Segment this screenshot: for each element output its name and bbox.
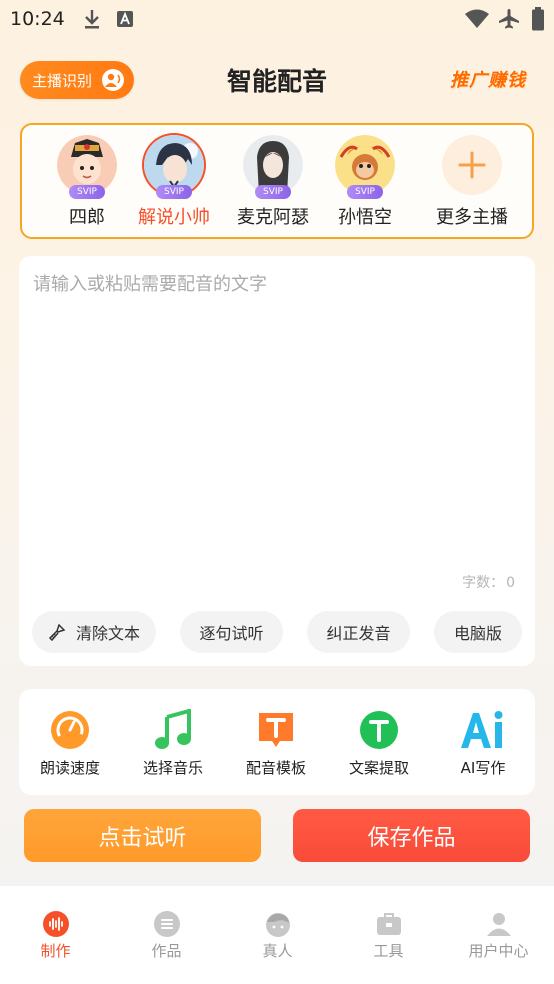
user-icon: [443, 910, 554, 938]
person-face-icon: [222, 910, 333, 938]
font-notification-icon: [116, 10, 134, 32]
bottom-tab-bar: 制作 作品 真人 工具 用户中心: [0, 886, 554, 984]
header: 主播识别 智能配音 推广赚钱: [0, 54, 554, 108]
tab-works[interactable]: 作品: [111, 910, 222, 961]
tab-real-person-label: 真人: [262, 942, 293, 960]
svip-badge: SVIP: [255, 185, 291, 199]
avatar: SVIP: [57, 135, 117, 199]
text-extract-tool[interactable]: 文案提取: [334, 709, 424, 778]
voice-name: 四郎: [69, 207, 105, 228]
svip-badge: SVIP: [156, 185, 192, 199]
svip-badge: SVIP: [69, 185, 105, 199]
broom-icon: [48, 623, 66, 641]
voice-item-silang[interactable]: SVIP 四郎: [47, 135, 127, 229]
tab-make[interactable]: 制作: [0, 910, 111, 961]
correct-pronunciation-label: 纠正发音: [326, 624, 391, 643]
char-count-label: 字数：: [462, 575, 505, 591]
sentence-preview-label: 逐句试听: [199, 624, 264, 643]
ai-writing-label: AI写作: [460, 759, 506, 777]
select-music-tool[interactable]: 选择音乐: [128, 709, 218, 778]
dubbing-text-input[interactable]: [33, 270, 521, 560]
avatar: [442, 135, 502, 195]
speedometer-icon: [25, 709, 115, 751]
voice-item-sun-wukong[interactable]: SVIP 孙悟空: [325, 135, 405, 229]
char-count: 字数： 0: [460, 572, 515, 592]
tab-real-person[interactable]: 真人: [222, 910, 333, 961]
voice-item-jieshuo-xiaoshuai[interactable]: SVIP 解说小帅: [134, 135, 214, 229]
tab-tools[interactable]: 工具: [333, 910, 444, 961]
wifi-icon: [464, 9, 490, 33]
tab-make-label: 制作: [40, 942, 71, 960]
avatar: SVIP: [243, 135, 303, 199]
avatar: SVIP: [335, 135, 395, 199]
ai-icon: [438, 709, 528, 751]
desktop-version-button[interactable]: 电脑版: [434, 611, 522, 653]
promo-earn-money-link[interactable]: 推广赚钱: [450, 66, 526, 92]
correct-pronunciation-button[interactable]: 纠正发音: [307, 611, 410, 653]
text-editor-card: 字数：0 清除文本 逐句试听 纠正发音 电脑版: [19, 256, 535, 666]
svip-badge: SVIP: [347, 185, 383, 199]
clear-text-button[interactable]: 清除文本: [32, 611, 156, 653]
waveform-icon: [0, 910, 111, 938]
listen-preview-button[interactable]: 点击试听: [24, 809, 261, 862]
clear-text-label: 清除文本: [75, 624, 140, 643]
reading-speed-label: 朗读速度: [39, 759, 100, 777]
voice-name: 解说小帅: [138, 207, 210, 228]
tab-user-center[interactable]: 用户中心: [443, 910, 554, 961]
dubbing-template-tool[interactable]: 配音模板: [231, 709, 321, 778]
dubbing-template-label: 配音模板: [245, 759, 306, 777]
more-voices-button[interactable]: 更多主播: [432, 135, 512, 229]
download-icon: [82, 8, 102, 34]
status-time: 10:24: [10, 8, 65, 30]
sentence-preview-button[interactable]: 逐句试听: [180, 611, 283, 653]
music-note-icon: [128, 709, 218, 751]
toolbox-icon: [333, 910, 444, 938]
save-work-button[interactable]: 保存作品: [293, 809, 530, 862]
template-icon: [231, 709, 321, 751]
desktop-version-label: 电脑版: [453, 624, 502, 643]
text-extract-icon: [334, 709, 424, 751]
plus-icon: [442, 135, 502, 195]
tools-card: 朗读速度 选择音乐 配音模板 文案提取 AI写作: [19, 689, 535, 795]
list-icon: [111, 910, 222, 938]
tab-tools-label: 工具: [373, 942, 404, 960]
status-bar: 10:24: [0, 0, 554, 38]
reading-speed-tool[interactable]: 朗读速度: [25, 709, 115, 778]
tab-works-label: 作品: [151, 942, 182, 960]
avatar: SVIP: [144, 135, 204, 199]
voice-item-maike-asei[interactable]: SVIP 麦克阿瑟: [233, 135, 313, 229]
select-music-label: 选择音乐: [142, 759, 203, 777]
ai-writing-tool[interactable]: AI写作: [438, 709, 528, 778]
voice-name: 孙悟空: [338, 207, 392, 228]
text-extract-label: 文案提取: [348, 759, 409, 777]
voice-name: 麦克阿瑟: [237, 207, 309, 228]
tab-user-center-label: 用户中心: [468, 942, 529, 960]
voice-name: 更多主播: [436, 207, 508, 228]
airplane-mode-icon: [497, 8, 521, 34]
char-count-value: 0: [506, 575, 515, 591]
battery-icon: [531, 7, 545, 35]
voice-selector-panel: SVIP 四郎 SVIP 解说小帅 SVIP 麦克阿瑟 SVIP 孙悟空 更多主…: [20, 123, 534, 239]
